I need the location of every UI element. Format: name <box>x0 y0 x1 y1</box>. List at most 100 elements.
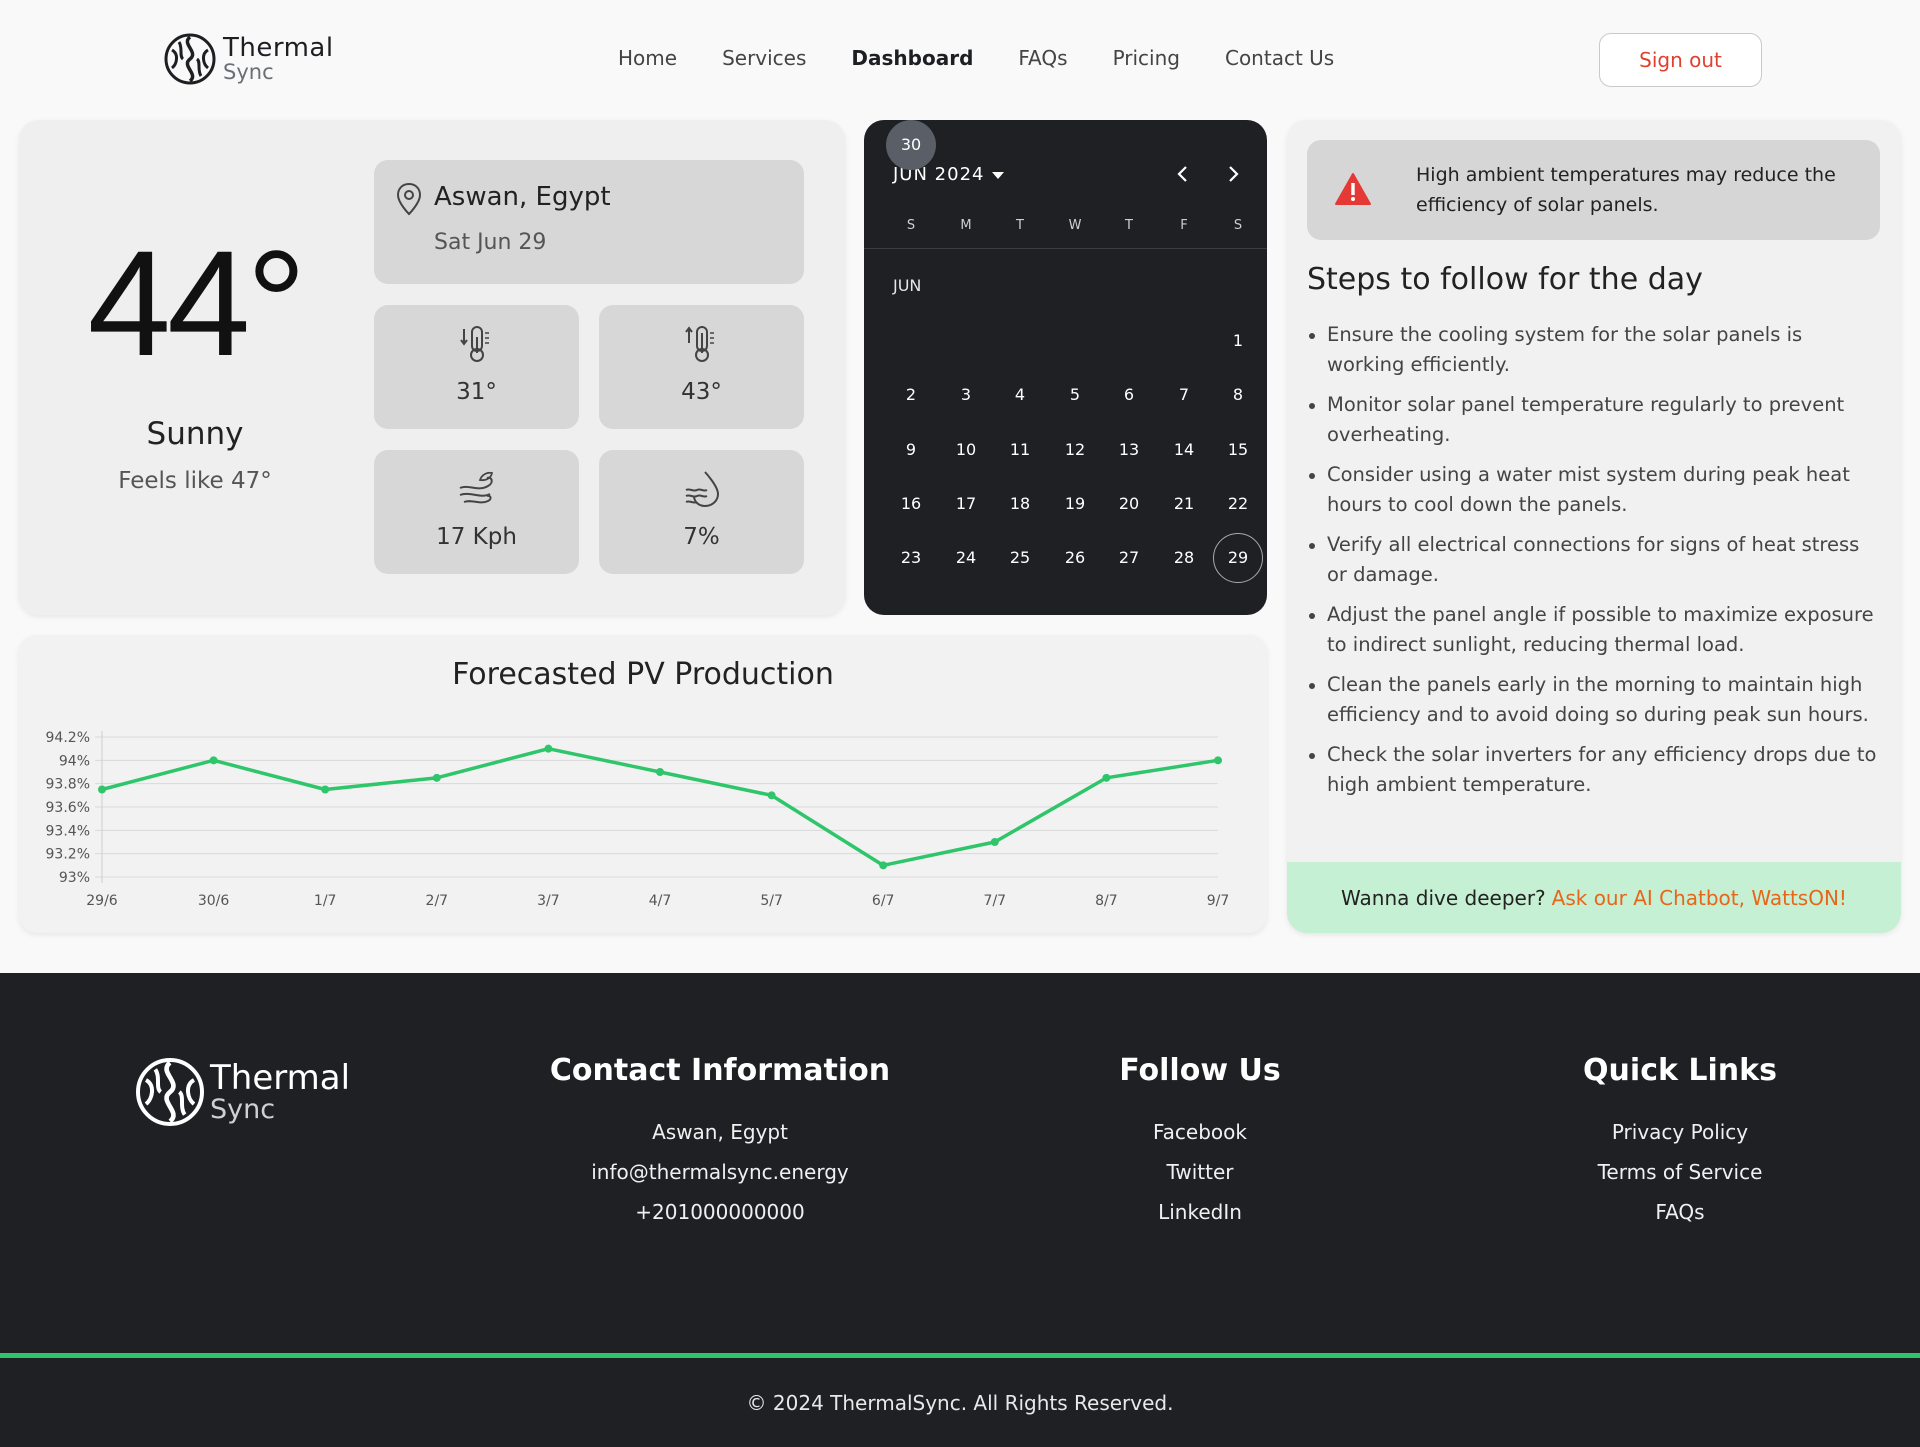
steps-list: Ensure the cooling system for the solar … <box>1307 320 1880 810</box>
terms-of-service-link[interactable]: Terms of Service <box>1490 1152 1870 1192</box>
advice-card: High ambient temperatures may reduce the… <box>1287 120 1901 933</box>
sign-out-button[interactable]: Sign out <box>1599 33 1762 87</box>
data-point[interactable] <box>432 773 441 782</box>
location-box: Aswan, Egypt Sat Jun 29 <box>374 160 804 284</box>
nav-faqs[interactable]: FAQs <box>1018 46 1067 70</box>
nav-pricing[interactable]: Pricing <box>1113 46 1180 70</box>
calendar-day[interactable]: 9 <box>886 425 936 475</box>
max-temp-tile: 43° <box>599 305 804 429</box>
step-item: Consider using a water mist system durin… <box>1307 460 1880 520</box>
calendar-day[interactable]: 15 <box>1213 425 1263 475</box>
data-point[interactable] <box>1214 756 1222 765</box>
calendar-day[interactable]: 26 <box>1050 533 1100 583</box>
calendar-day[interactable]: 30 <box>886 120 936 170</box>
calendar-day[interactable]: 28 <box>1159 533 1209 583</box>
calendar-day[interactable]: 24 <box>941 533 991 583</box>
data-point[interactable] <box>767 791 776 800</box>
calendar-day[interactable]: 2 <box>886 370 936 420</box>
chatbot-cta: Wanna dive deeper? Ask our AI Chatbot, W… <box>1287 862 1901 933</box>
cta-text: Wanna dive deeper? <box>1341 885 1546 910</box>
calendar-day[interactable]: 22 <box>1213 479 1263 529</box>
calendar-day[interactable]: 4 <box>995 370 1045 420</box>
data-point[interactable] <box>1102 773 1111 782</box>
privacy-policy-link[interactable]: Privacy Policy <box>1490 1112 1870 1152</box>
step-item: Check the solar inverters for any effici… <box>1307 740 1880 800</box>
max-temp-value: 43° <box>681 379 722 405</box>
data-point[interactable] <box>990 838 999 846</box>
step-item: Monitor solar panel temperature regularl… <box>1307 390 1880 450</box>
contact-phone[interactable]: +201000000000 <box>530 1192 910 1232</box>
calendar-day[interactable]: 27 <box>1104 533 1154 583</box>
main-nav: Home Services Dashboard FAQs Pricing Con… <box>618 46 1379 70</box>
data-point[interactable] <box>321 785 330 794</box>
calendar-day[interactable]: 5 <box>1050 370 1100 420</box>
location-date: Sat Jun 29 <box>434 230 547 255</box>
y-tick-label: 94.2% <box>46 730 90 746</box>
chevron-left-icon[interactable] <box>1171 162 1195 186</box>
x-tick-label: 8/7 <box>1095 893 1118 909</box>
calendar-day[interactable]: 12 <box>1050 425 1100 475</box>
location-pin-icon <box>396 182 422 216</box>
calendar-day[interactable]: 11 <box>995 425 1045 475</box>
x-tick-label: 6/7 <box>872 893 895 909</box>
calendar-day[interactable]: 23 <box>886 533 936 583</box>
step-item: Ensure the cooling system for the solar … <box>1307 320 1880 380</box>
chevron-right-icon[interactable] <box>1221 162 1245 186</box>
wind-tile: 17 Kph <box>374 450 579 574</box>
brand-logo[interactable]: Thermal Sync <box>163 32 334 86</box>
thermometer-high-icon <box>685 326 714 362</box>
y-tick-label: 93.4% <box>46 823 90 839</box>
twitter-link[interactable]: Twitter <box>1010 1152 1390 1192</box>
linkedin-link[interactable]: LinkedIn <box>1010 1192 1390 1232</box>
calendar-day[interactable]: 29 <box>1213 533 1263 583</box>
facebook-link[interactable]: Facebook <box>1010 1112 1390 1152</box>
weekday-label: T <box>1125 218 1133 233</box>
y-tick-label: 94% <box>59 753 90 769</box>
follow-us-heading: Follow Us <box>1119 1053 1281 1088</box>
weekday-label: S <box>906 218 916 233</box>
data-point[interactable] <box>544 744 553 753</box>
calendar-month-label: JUN <box>893 276 922 295</box>
calendar-day[interactable]: 20 <box>1104 479 1154 529</box>
calendar-day[interactable]: 19 <box>1050 479 1100 529</box>
feels-like: Feels like 47° <box>118 468 272 494</box>
nav-home[interactable]: Home <box>618 46 677 70</box>
y-tick-label: 93.2% <box>46 847 90 863</box>
wind-icon <box>459 471 494 504</box>
calendar-day[interactable]: 17 <box>941 479 991 529</box>
chatbot-link[interactable]: Ask our AI Chatbot, WattsON! <box>1552 886 1847 910</box>
data-point[interactable] <box>879 861 888 870</box>
faqs-link[interactable]: FAQs <box>1490 1192 1870 1232</box>
data-point[interactable] <box>209 756 218 765</box>
contact-email[interactable]: info@thermalsync.energy <box>530 1152 910 1192</box>
calendar-day[interactable]: 18 <box>995 479 1045 529</box>
nav-dashboard[interactable]: Dashboard <box>851 46 973 70</box>
calendar-day[interactable]: 8 <box>1213 370 1263 420</box>
data-point[interactable] <box>98 785 106 794</box>
calendar-day[interactable]: 1 <box>1213 316 1263 366</box>
calendar-day[interactable]: 10 <box>941 425 991 475</box>
data-point[interactable] <box>656 768 664 776</box>
calendar-day[interactable]: 6 <box>1104 370 1154 420</box>
thermalsync-logo-icon <box>136 1058 204 1126</box>
weekday-label: T <box>1016 218 1024 233</box>
nav-services[interactable]: Services <box>722 46 806 70</box>
warning-triangle-icon <box>1335 173 1371 205</box>
nav-contact-us[interactable]: Contact Us <box>1225 46 1334 70</box>
footer-accent-line <box>0 1353 1920 1358</box>
y-tick-label: 93% <box>59 870 90 886</box>
calendar-day[interactable]: 13 <box>1104 425 1154 475</box>
calendar-day[interactable]: 16 <box>886 479 936 529</box>
quick-links-heading: Quick Links <box>1583 1053 1777 1088</box>
location-city: Aswan, Egypt <box>434 182 611 212</box>
footer-brand-subname: Sync <box>210 1094 276 1125</box>
calendar-day[interactable]: 7 <box>1159 370 1209 420</box>
x-tick-label: 9/7 <box>1207 893 1230 909</box>
footer-logo[interactable]: Thermal Sync <box>134 1056 350 1128</box>
calendar-day[interactable]: 25 <box>995 533 1045 583</box>
calendar-day[interactable]: 21 <box>1159 479 1209 529</box>
calendar-day[interactable]: 3 <box>941 370 991 420</box>
step-item: Verify all electrical connections for si… <box>1307 530 1880 590</box>
footer-brand-name: Thermal <box>210 1058 351 1098</box>
calendar-day[interactable]: 14 <box>1159 425 1209 475</box>
